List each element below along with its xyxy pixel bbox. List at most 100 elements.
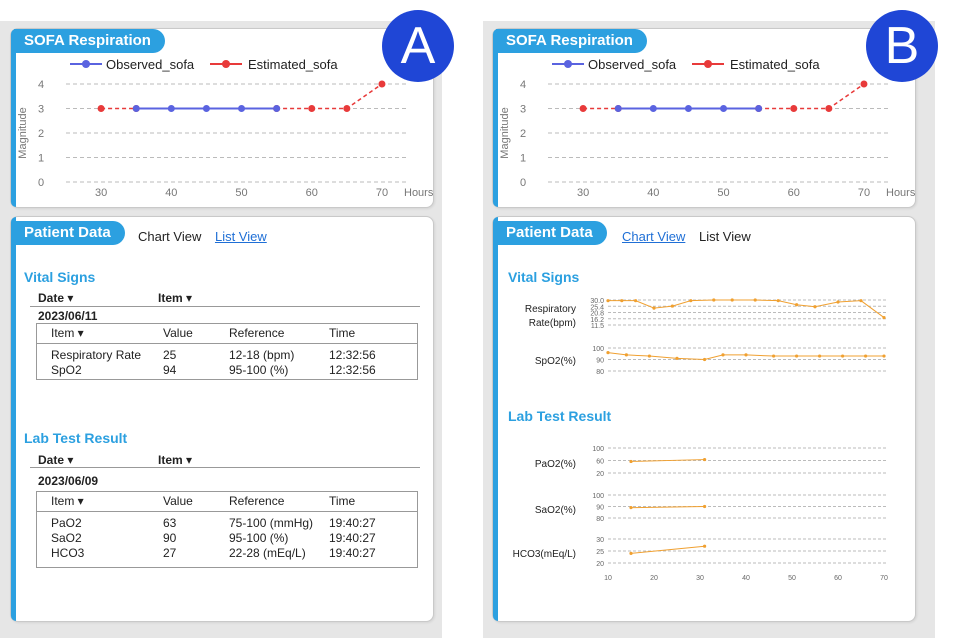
observed-point xyxy=(202,105,210,112)
observed-point xyxy=(273,105,281,112)
data-point xyxy=(629,459,633,464)
data-point xyxy=(620,299,624,303)
column-header: Reference xyxy=(229,326,285,340)
y-tick-label: 2 xyxy=(520,128,526,140)
y-tick-label: 100 xyxy=(592,493,604,500)
estimated-series-line xyxy=(101,83,383,110)
table-cell: 12:32:56 xyxy=(329,348,376,362)
mini-chart-row: 100 60 20 PaO2(%) xyxy=(535,446,888,478)
x-tick-label: 70 xyxy=(858,187,870,199)
row-label: HCO3(mEq/L) xyxy=(513,549,576,560)
estimated-point xyxy=(790,105,798,112)
data-point xyxy=(841,354,845,358)
sofa-chart-a: Observed_sofa Estimated_sofa 0 1 2 3 4 30 40 50 60… xyxy=(10,50,434,205)
row-label: SaO2(%) xyxy=(535,505,576,516)
mini-chart-row: 30.025.420.816.211.5RespiratoryRate(bpm) xyxy=(525,298,888,330)
data-point xyxy=(744,353,748,357)
observed-point xyxy=(614,105,622,112)
badge-b: B xyxy=(866,10,938,82)
item-sort-header[interactable]: Item ▾ xyxy=(158,453,192,467)
column-header-item[interactable]: Item ▾ xyxy=(51,494,84,508)
series-line xyxy=(608,299,885,318)
legend-observed-label: Observed_sofa xyxy=(106,57,195,72)
estimated-point xyxy=(825,105,833,112)
estimated-point xyxy=(378,80,386,88)
lab-test-title: Lab Test Result xyxy=(24,430,128,446)
data-point xyxy=(859,299,863,303)
column-header-item[interactable]: Item ▾ xyxy=(51,326,84,340)
item-sort-header[interactable]: Item ▾ xyxy=(158,291,192,305)
observed-point xyxy=(649,105,657,112)
table-cell: 27 xyxy=(163,546,177,560)
x-tick-label: 40 xyxy=(742,575,750,582)
column-header: Value xyxy=(163,326,193,340)
patient-title-a: Patient Data xyxy=(14,221,125,245)
x-tick-label: 10 xyxy=(604,575,612,582)
header-divider xyxy=(36,343,418,344)
estimated-point xyxy=(343,105,351,112)
column-header: Reference xyxy=(229,494,285,508)
data-point xyxy=(864,354,868,358)
estimated-point xyxy=(860,80,868,88)
y-tick-label: 60 xyxy=(596,459,604,466)
x-tick-label: 50 xyxy=(717,187,729,199)
table-cell: 95-100 (%) xyxy=(229,363,289,377)
data-point xyxy=(882,315,886,320)
data-point xyxy=(776,299,780,303)
row-label: SpO2(%) xyxy=(535,356,576,367)
mini-charts-b: 30.0 25.4 20.8 16.2 11.5 Respiratory Rate(bpm)… xyxy=(492,290,916,590)
x-tick-label: 50 xyxy=(788,575,796,582)
legend-observed-marker xyxy=(82,60,90,68)
y-tick-label: 100 xyxy=(592,446,604,453)
accent-bar xyxy=(11,217,16,621)
row-label: PaO2(%) xyxy=(535,459,576,470)
y-tick-label: 4 xyxy=(38,79,44,91)
header-divider xyxy=(36,511,418,512)
table-cell: Respiratory Rate xyxy=(51,348,142,362)
observed-point xyxy=(132,105,140,112)
y-tick-label: 1 xyxy=(520,153,526,165)
tab-list-view[interactable]: List View xyxy=(215,229,267,244)
column-header: Time xyxy=(329,326,356,340)
data-point xyxy=(795,354,799,358)
divider xyxy=(30,467,420,468)
x-tick-label: 20 xyxy=(650,575,658,582)
sofa-svg: Observed_sofa Estimated_sofa 0 1 2 3 4 30 40 50 60… xyxy=(499,57,916,199)
vital-signs-title: Vital Signs xyxy=(24,269,96,285)
observed-point xyxy=(720,105,728,112)
table-cell: 25 xyxy=(163,348,177,362)
y-tick-label: 1 xyxy=(38,153,44,165)
table-cell: 19:40:27 xyxy=(329,531,376,545)
column-header: Value xyxy=(163,494,193,508)
date-sort-header[interactable]: Date ▾ xyxy=(38,453,73,467)
data-point xyxy=(753,298,757,302)
data-point xyxy=(703,357,707,362)
y-tick-label: 90 xyxy=(596,358,604,365)
data-point xyxy=(882,354,886,358)
data-point xyxy=(818,354,822,358)
table-cell: 63 xyxy=(163,516,177,530)
tab-chart-view[interactable]: Chart View xyxy=(622,229,685,244)
tab-chart-view[interactable]: Chart View xyxy=(138,229,201,244)
row-label: Rate(bpm) xyxy=(529,318,576,329)
data-point xyxy=(795,303,799,307)
table-cell: 94 xyxy=(163,363,177,377)
mini-chart-row: 100 90 80 SaO2(%) xyxy=(535,493,888,523)
x-axis-unit: Hours xyxy=(404,187,434,199)
y-axis-label: Magnitude xyxy=(499,107,511,158)
legend-estimated-label: Estimated_sofa xyxy=(730,57,820,72)
y-tick-label: 25 xyxy=(596,549,604,556)
x-tick-label: 60 xyxy=(788,187,800,199)
date-sort-header[interactable]: Date ▾ xyxy=(38,291,73,305)
table-cell: 19:40:27 xyxy=(329,516,376,530)
observed-point xyxy=(684,105,692,112)
divider xyxy=(30,306,420,307)
x-tick-label: 70 xyxy=(880,575,888,582)
column-header: Time xyxy=(329,494,356,508)
data-point xyxy=(647,354,651,358)
tab-list-view[interactable]: List View xyxy=(699,229,751,244)
data-point xyxy=(634,299,638,303)
x-tick-label: 30 xyxy=(577,187,589,199)
chart-legend: Observed_sofa Estimated_sofa xyxy=(552,57,820,72)
mini-chart-row: 100 90 80 SpO2(%) xyxy=(535,346,888,376)
